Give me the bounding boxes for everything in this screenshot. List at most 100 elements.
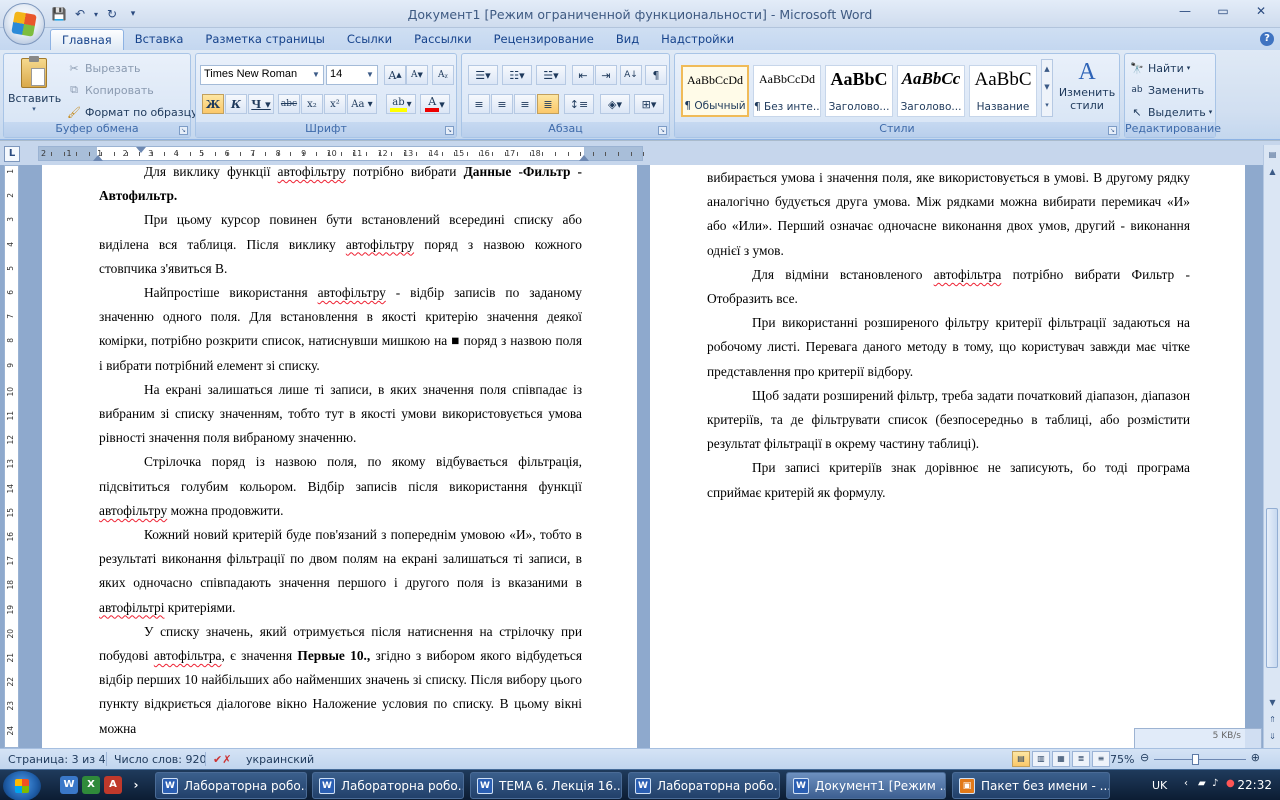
bold-button[interactable]: Ж [202,94,224,114]
numbering-button[interactable]: ☷▾ [502,65,532,85]
font-size-combobox[interactable]: 14 ▼ [326,65,378,85]
strikethrough-button[interactable]: abc [278,94,300,114]
format-painter-button[interactable]: 🖌 Формат по образцу [66,102,198,122]
decrease-indent-button[interactable]: ⇤ [572,65,594,85]
scroll-up-icon[interactable]: ▲ [1265,164,1280,179]
page-left-text[interactable]: Для виклику функції автофільтру потрібно… [99,165,582,741]
align-right-button[interactable]: ≡ [514,94,536,114]
styles-launcher-icon[interactable]: ↘ [1108,126,1117,135]
select-button[interactable]: ↖ Выделить ▾ [1129,102,1212,122]
minimize-button[interactable]: — [1166,0,1204,22]
tab-selector-icon[interactable]: L [4,146,20,162]
vertical-ruler[interactable]: 1234567891011121314151617181920212223242… [4,165,19,784]
previous-page-icon[interactable]: ⇑ [1265,712,1280,727]
line-spacing-button[interactable]: ↕≡ [564,94,594,114]
font-color-button[interactable]: A ▾ [420,94,450,114]
cut-button[interactable]: ✂ Вырезать [66,58,140,78]
show-marks-button[interactable]: ¶ [645,65,667,85]
find-button[interactable]: 🔭 Найти ▾ [1129,58,1190,78]
network-icon[interactable]: ▰ [1198,778,1210,792]
next-page-icon[interactable]: ⇓ [1265,729,1280,744]
acrobat-quicklaunch-icon[interactable]: A [104,776,122,794]
clock[interactable]: 22:32 [1237,778,1272,792]
tab-review[interactable]: Рецензирование [483,29,605,50]
subscript-button[interactable]: x₂ [301,94,323,114]
zoom-level[interactable]: 75% [1110,753,1134,766]
full-screen-reading-view-icon[interactable]: ▥ [1032,751,1050,767]
outline-view-icon[interactable]: ≣ [1072,751,1090,767]
paragraph-launcher-icon[interactable]: ↘ [658,126,667,135]
draft-view-icon[interactable]: ≡ [1092,751,1110,767]
shading-button[interactable]: ◈ ▾ [600,94,630,114]
office-button[interactable] [3,3,45,45]
styles-gallery-scroll[interactable]: ▲ ▼ ▾ [1041,59,1053,117]
antivirus-icon[interactable]: ● [1226,778,1238,792]
right-indent-icon[interactable] [579,155,589,161]
align-left-button[interactable]: ≡ [468,94,490,114]
font-launcher-icon[interactable]: ↘ [445,126,454,135]
style-heading-2[interactable]: AaBbCc Заголово... [897,65,965,117]
taskbar-item-active[interactable]: W Документ1 [Режим ... [786,772,946,799]
language-indicator[interactable]: украинский [246,753,314,766]
italic-button[interactable]: К [225,94,247,114]
close-button[interactable]: ✕ [1242,0,1280,22]
taskbar-item[interactable]: W Лабораторна робо... [628,772,780,799]
tab-insert[interactable]: Вставка [124,29,195,50]
zoom-out-icon[interactable]: ⊖ [1140,751,1149,764]
print-layout-view-icon[interactable]: ▤ [1012,751,1030,767]
page-right-text[interactable]: вибирається умова і значення поля, яке в… [707,166,1190,505]
tab-addins[interactable]: Надстройки [650,29,745,50]
align-center-button[interactable]: ≡ [491,94,513,114]
horizontal-ruler[interactable]: 21123456789101112131415161718 [38,146,645,161]
replace-button[interactable]: ab Заменить [1129,80,1204,100]
taskbar-item[interactable]: ▣ Пакет без имени - ... [952,772,1110,799]
web-layout-view-icon[interactable]: ▦ [1052,751,1070,767]
multilevel-list-button[interactable]: ☱▾ [536,65,566,85]
tab-view[interactable]: Вид [605,29,650,50]
zoom-slider[interactable]: ⊖ ⊕ [1140,751,1260,766]
borders-button[interactable]: ⊞ ▾ [634,94,664,114]
taskbar-item[interactable]: W Лабораторна робо... [312,772,464,799]
taskbar-item[interactable]: W Лабораторна робо... [155,772,307,799]
clipboard-launcher-icon[interactable]: ↘ [179,126,188,135]
justify-button[interactable]: ≣ [537,94,559,114]
shrink-font-button[interactable]: A ▼ [406,65,428,85]
maximize-button[interactable]: ▭ [1204,0,1242,22]
highlight-color-button[interactable]: ab ▾ [386,94,416,114]
keyboard-language[interactable]: UK [1152,779,1167,792]
volume-icon[interactable]: ♪ [1212,778,1224,792]
style-title[interactable]: AaBbC Название [969,65,1037,117]
font-name-combobox[interactable]: Times New Roman ▼ [200,65,324,85]
change-case-button[interactable]: Aa ▾ [347,94,377,114]
tab-references[interactable]: Ссылки [336,29,403,50]
change-styles-button[interactable]: A Изменить стили [1057,58,1117,120]
bullets-button[interactable]: ☰▾ [468,65,498,85]
page-right[interactable]: вибирається умова і значення поля, яке в… [650,165,1245,748]
tab-home[interactable]: Главная [50,29,124,50]
indent-marker-icon[interactable] [93,155,103,161]
help-icon[interactable]: ? [1260,32,1274,46]
ruler-toggle-icon[interactable]: ▤ [1265,147,1280,162]
scroll-down-icon[interactable]: ▼ [1265,695,1280,710]
taskbar-item[interactable]: W ТЕМА 6. Лекція 16.... [470,772,622,799]
increase-indent-button[interactable]: ⇥ [595,65,617,85]
tab-page-layout[interactable]: Разметка страницы [194,29,335,50]
page-count[interactable]: Страница: 3 из 4 [8,753,106,766]
first-line-indent-icon[interactable] [136,147,146,153]
paste-button[interactable]: Вставить ▾ [8,56,61,118]
word-count[interactable]: Число слов: 920 [114,753,207,766]
copy-button[interactable]: ⧉ Копировать [66,80,154,100]
start-button[interactable] [3,771,41,800]
superscript-button[interactable]: x² [324,94,346,114]
style-normal[interactable]: AaBbCcDd ¶ Обычный [681,65,749,117]
more-quicklaunch-icon[interactable]: › [130,776,142,794]
tray-chevron-icon[interactable]: ‹ [1184,778,1196,792]
vertical-scrollbar[interactable]: ▤ ▲ ▼ ⇑ ⇓ [1263,145,1280,748]
excel-quicklaunch-icon[interactable]: X [82,776,100,794]
grow-font-button[interactable]: A ▲ [384,65,406,85]
scrollbar-thumb[interactable] [1266,508,1278,668]
proofing-icon[interactable]: ✔✗ [213,753,231,766]
style-no-spacing[interactable]: AaBbCcDd ¶ Без инте... [753,65,821,117]
page-left[interactable]: Для виклику функції автофільтру потрібно… [42,165,637,748]
sort-button[interactable]: A↓ [620,65,642,85]
